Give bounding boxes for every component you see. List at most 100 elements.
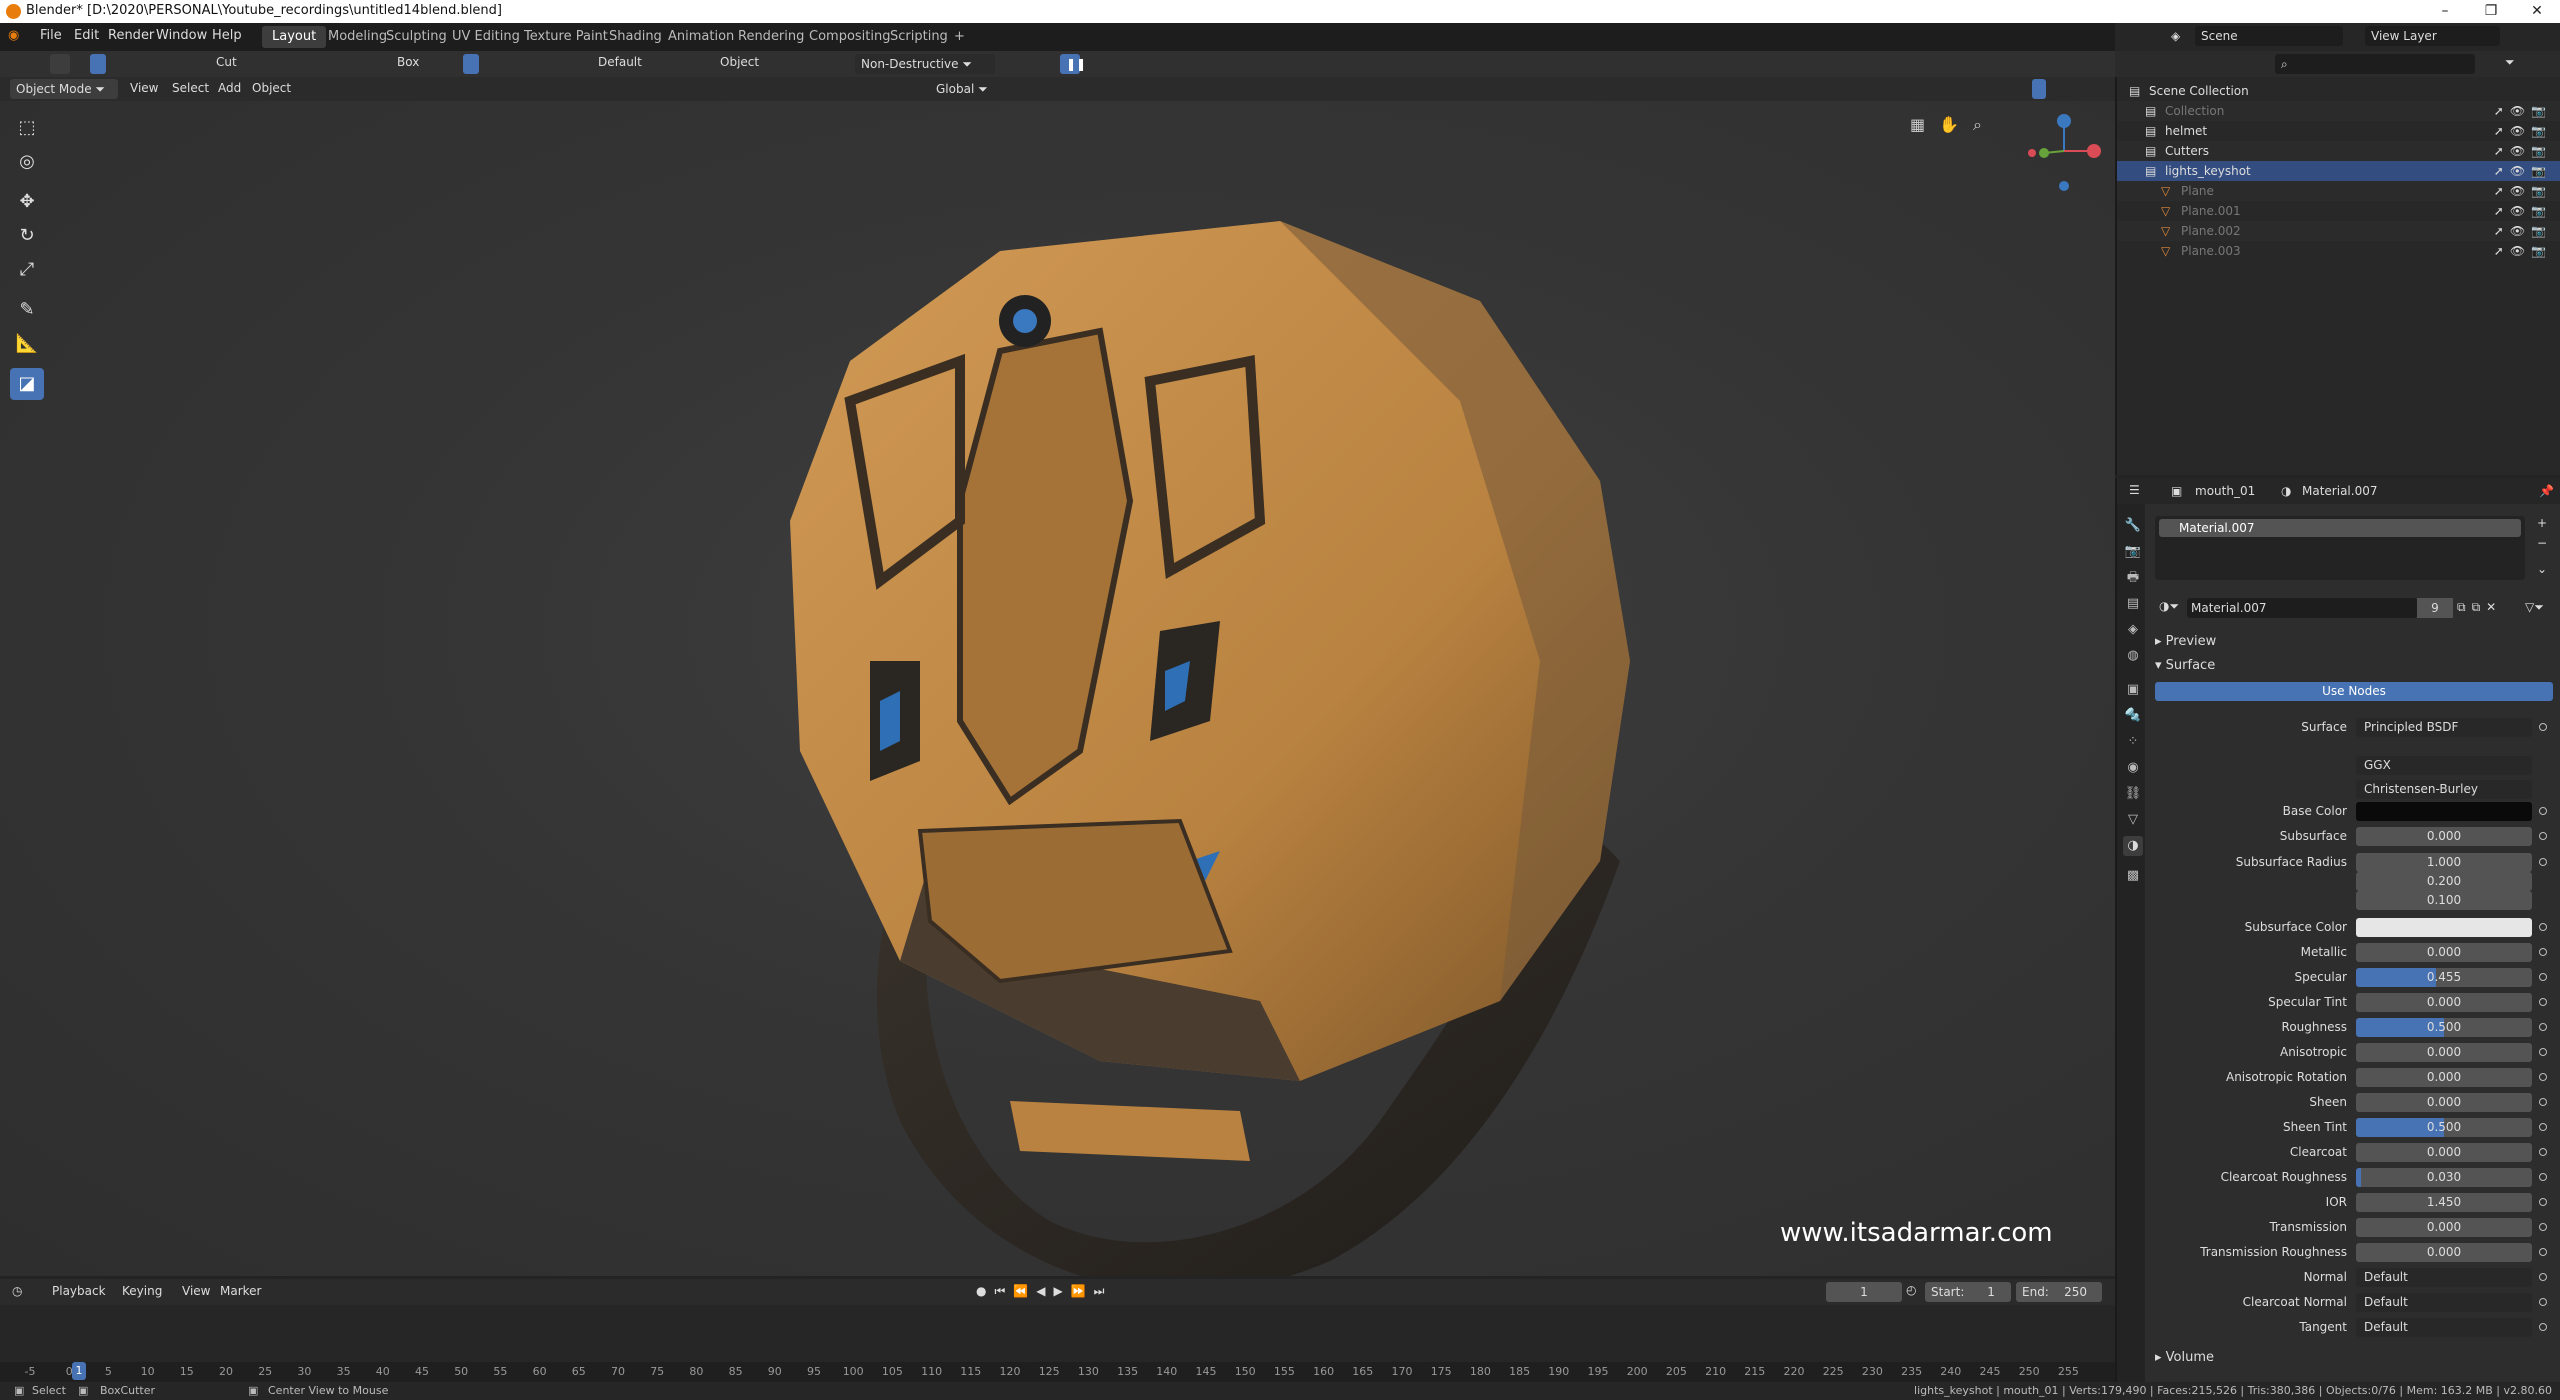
end-frame-field[interactable]: End: 250: [2016, 1282, 2102, 1302]
material-browse-icon[interactable]: ◑⏷: [2159, 599, 2179, 614]
dropdown-field[interactable]: Default: [2356, 1268, 2532, 1287]
value-slider[interactable]: 0.000: [2356, 1243, 2532, 1262]
blender-menu-icon[interactable]: ◉: [8, 28, 19, 43]
remove-slot-icon[interactable]: −: [2537, 536, 2547, 550]
menu-render[interactable]: Render: [108, 28, 154, 43]
menu-marker[interactable]: Marker: [220, 1284, 261, 1298]
select-box-tool-icon[interactable]: ⬚: [10, 112, 44, 144]
value-slider[interactable]: 0.500: [2356, 1118, 2532, 1137]
playhead[interactable]: 1: [72, 1362, 86, 1380]
menu-add[interactable]: Add: [218, 81, 241, 95]
socket-dot-icon[interactable]: [2539, 998, 2547, 1006]
socket-dot-icon[interactable]: [2539, 1298, 2547, 1306]
menu-help[interactable]: Help: [212, 28, 242, 43]
menu-window[interactable]: Window: [156, 28, 207, 43]
material-slot-item[interactable]: Material.007: [2159, 519, 2521, 537]
outliner-search-input[interactable]: ⌕: [2275, 54, 2475, 74]
dropdown-field[interactable]: GGX: [2356, 756, 2532, 775]
value-slider[interactable]: 0.000: [2356, 943, 2532, 962]
scene-tab-icon[interactable]: ◈: [2123, 620, 2143, 640]
viewport-nav-buttons[interactable]: ▦✋⌕: [1910, 115, 2010, 141]
socket-dot-icon[interactable]: [2539, 923, 2547, 931]
visibility-toggles[interactable]: ➚👁📷: [2494, 101, 2552, 121]
mode-toggle-icon[interactable]: [463, 54, 479, 74]
navigation-gizmo[interactable]: [2024, 111, 2104, 191]
select-mode-icon[interactable]: [90, 54, 106, 74]
active-tool-icon[interactable]: [50, 54, 70, 74]
color-swatch[interactable]: [2356, 802, 2532, 821]
add-slot-icon[interactable]: +: [2537, 516, 2547, 530]
value-slider[interactable]: 0.100: [2356, 891, 2532, 910]
menu-view[interactable]: View: [130, 81, 158, 95]
constraints-tab-icon[interactable]: ⛓: [2123, 784, 2143, 804]
pin-icon[interactable]: 📌: [2539, 484, 2554, 498]
modifier-tab-icon[interactable]: 🔩: [2123, 706, 2143, 726]
timeline-ruler[interactable]: -5 0 5 10 15 20 25 30 35 40 45 50 55 60 65 70 75 80 85 90 95…: [0, 1362, 2115, 1382]
measure-tool-icon[interactable]: 📐: [10, 328, 44, 360]
menu-playback[interactable]: Playback: [52, 1284, 106, 1298]
value-slider[interactable]: 0.000: [2356, 827, 2532, 846]
view-layer-selector[interactable]: View Layer: [2365, 26, 2500, 46]
value-slider[interactable]: 0.000: [2356, 993, 2532, 1012]
socket-dot-icon[interactable]: [2539, 1173, 2547, 1181]
3d-viewport[interactable]: ▦✋⌕: [0, 101, 2115, 1276]
value-slider[interactable]: 0.000: [2356, 1218, 2532, 1237]
dropdown-field[interactable]: Default: [2356, 1293, 2532, 1312]
output-tab-icon[interactable]: 🖶: [2123, 568, 2143, 588]
properties-editor-icon[interactable]: ☰: [2129, 483, 2140, 497]
dropdown-field[interactable]: Christensen-Burley: [2356, 780, 2532, 799]
menu-view-timeline[interactable]: View: [182, 1284, 210, 1298]
outliner-row[interactable]: ▤ Scene Collection: [2117, 81, 2560, 101]
filter-icon[interactable]: ⏷: [2505, 55, 2515, 70]
socket-dot-icon[interactable]: [2539, 973, 2547, 981]
menu-edit[interactable]: Edit: [74, 28, 99, 43]
value-slider[interactable]: 0.455: [2356, 968, 2532, 987]
socket-dot-icon[interactable]: [2539, 1198, 2547, 1206]
surface-panel-header[interactable]: ▾ Surface: [2155, 658, 2215, 673]
menu-file[interactable]: File: [40, 28, 62, 43]
value-slider[interactable]: 0.000: [2356, 1068, 2532, 1087]
value-slider[interactable]: 0.000: [2356, 1093, 2532, 1112]
user-count[interactable]: 9: [2417, 598, 2453, 618]
cursor-tool-icon[interactable]: ◎: [10, 146, 44, 178]
material-link-icon[interactable]: ▽⏷: [2525, 600, 2544, 615]
socket-dot-icon[interactable]: [2539, 832, 2547, 840]
start-frame-field[interactable]: Start: 1: [1925, 1282, 2011, 1302]
visibility-toggles[interactable]: ➚👁📷: [2494, 241, 2552, 261]
outliner-row[interactable]: ▽ Plane.002 ➚👁📷: [2117, 221, 2560, 241]
solid-shading-button[interactable]: [2032, 79, 2046, 99]
socket-dot-icon[interactable]: [2539, 948, 2547, 956]
maximize-button[interactable]: ❐: [2468, 0, 2514, 23]
scale-tool-icon[interactable]: ⤢: [10, 254, 44, 286]
socket-dot-icon[interactable]: [2539, 858, 2547, 866]
non-destructive-dropdown[interactable]: Non-Destructive ⏷: [855, 54, 995, 74]
timeline-editor-icon[interactable]: ◷: [12, 1284, 22, 1298]
dropdown-field[interactable]: Default: [2356, 1318, 2532, 1337]
outliner-row[interactable]: ▤ Collection ➚👁📷: [2117, 101, 2560, 121]
material-tab-icon[interactable]: ◑: [2123, 836, 2143, 856]
socket-dot-icon[interactable]: [2539, 723, 2547, 731]
visibility-toggles[interactable]: ➚👁📷: [2494, 181, 2552, 201]
menu-keying[interactable]: Keying: [122, 1284, 162, 1298]
socket-dot-icon[interactable]: [2539, 1248, 2547, 1256]
tab-layout[interactable]: Layout: [262, 26, 327, 48]
volume-panel-header[interactable]: ▸ Volume: [2155, 1350, 2214, 1365]
move-tool-icon[interactable]: ✥: [10, 186, 44, 218]
menu-select[interactable]: Select: [172, 81, 209, 95]
render-tab-icon[interactable]: 📷: [2123, 542, 2143, 562]
value-slider[interactable]: 0.500: [2356, 1018, 2532, 1037]
color-swatch[interactable]: [2356, 918, 2532, 937]
material-slot-list[interactable]: Material.007: [2155, 516, 2525, 580]
material-name-field[interactable]: Material.007: [2187, 598, 2417, 618]
socket-dot-icon[interactable]: [2539, 1223, 2547, 1231]
socket-dot-icon[interactable]: [2539, 1148, 2547, 1156]
view-layer-tab-icon[interactable]: ▤: [2123, 594, 2143, 614]
object-data-tab-icon[interactable]: ▽: [2123, 810, 2143, 830]
preview-panel-header[interactable]: ▸ Preview: [2155, 634, 2216, 649]
object-mode-dropdown[interactable]: Object Mode ⏷: [10, 79, 118, 99]
particles-tab-icon[interactable]: ⁘: [2123, 732, 2143, 752]
orientation-dropdown[interactable]: Global ⏷: [930, 79, 1010, 99]
tool-tab-icon[interactable]: 🔧: [2123, 516, 2143, 536]
socket-dot-icon[interactable]: [2539, 1098, 2547, 1106]
outliner-row[interactable]: ▽ Plane.003 ➚👁📷: [2117, 241, 2560, 261]
